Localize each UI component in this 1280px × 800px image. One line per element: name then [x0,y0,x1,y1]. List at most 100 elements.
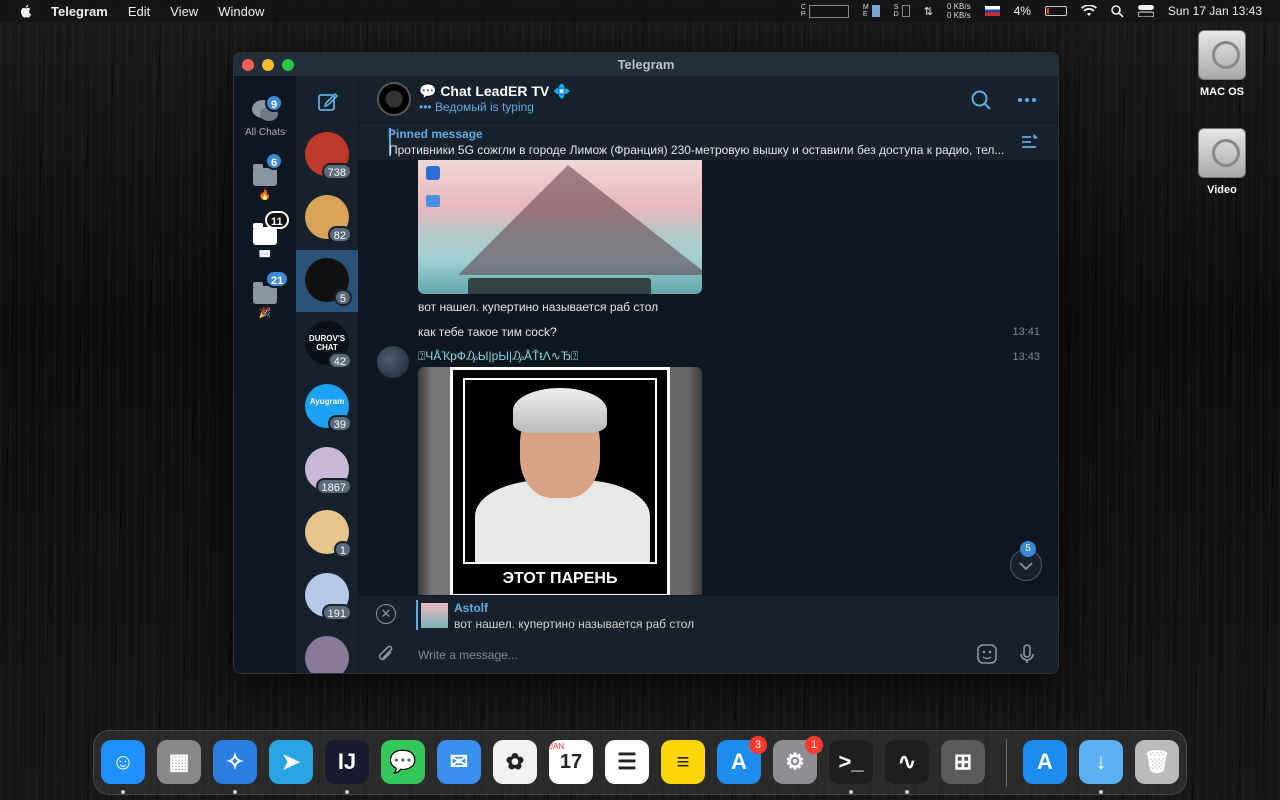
chat-unread-count: 39 [327,415,352,432]
dock-app-telegram[interactable]: ➤ [269,740,313,784]
message-sender[interactable]: ⍰ЧÅҠрФ₯Ы|рЫ|₯ÅŤŧΛ∿Ђ⍰ [418,349,578,364]
chat-list-item[interactable] [296,628,358,673]
dock-app-finder[interactable]: ☺ [101,740,145,784]
reply-preview-bar[interactable]: ✕ Astolf вот нашел. купертино называется… [359,595,1058,635]
dock-app-mail[interactable]: ✉ [437,740,481,784]
desktop-icon-label: Video [1207,184,1237,196]
chat-unread-count: 82 [327,226,352,243]
dock-app-trash[interactable]: 🗑 [1135,740,1179,784]
chat-list-item[interactable]: 191 [296,565,358,627]
chat-list-item[interactable]: 738 [296,124,358,186]
minimize-window-button[interactable] [262,59,274,71]
desktop-icon-label: MAC OS [1200,86,1244,98]
folder-fire[interactable]: 6 🔥 [234,152,296,201]
compose-icon[interactable] [317,90,339,112]
reply-indicator [416,600,418,630]
dock-app-calculator[interactable]: ⊞ [941,740,985,784]
dock-app-messages[interactable]: 💬 [381,740,425,784]
message-photo-desktop-screenshot[interactable] [418,160,702,294]
dock-running-indicator [1099,790,1103,794]
search-icon[interactable] [970,89,992,111]
desktop-drive-video[interactable]: Video [1187,128,1257,196]
message-sticker[interactable]: ЭТОТ ПАРЕНЬ [418,367,702,595]
chat-list-item[interactable]: Ayugram 39 [296,376,358,438]
window-titlebar[interactable]: Telegram [234,53,1058,76]
reply-author: Astolf [454,601,488,615]
avatar-text: DUROV'S CHAT [308,334,346,352]
chat-unread-count: 5 [333,289,352,306]
microphone-icon[interactable] [1016,643,1038,665]
dock-app-terminal[interactable]: >_ [829,740,873,784]
folder-unread-badge: 11 [265,211,289,229]
close-window-button[interactable] [242,59,254,71]
dock-app-reminders[interactable]: ☰ [605,740,649,784]
intellij-idea-icon: IJ [337,749,357,774]
avatar-text: Ayugram [309,397,345,406]
dock-in-screenshot [468,278,651,294]
battery-icon[interactable] [1044,6,1067,16]
spotlight-search-icon[interactable] [1111,4,1124,18]
menu-clock[interactable]: Sun 17 Jan 13:43 [1168,4,1262,18]
message-input[interactable]: Write a message... [418,648,518,662]
dock-app-calendar[interactable]: JAN 17 [549,740,593,784]
chat-header[interactable]: 💬 Chat LeadER TV 💠 ••• Ведомый is typing [359,76,1058,122]
folder-mail[interactable]: 11 ✉️ [234,211,296,260]
more-options-icon[interactable] [1016,89,1038,111]
menu-window[interactable]: Window [218,4,264,19]
dock-running-indicator [345,790,349,794]
message-time: 13:43 [1012,351,1040,363]
user-avatar[interactable] [377,346,409,378]
pinned-list-icon[interactable] [1020,132,1040,152]
message-history[interactable]: вот нашел. купертино называется раб стол… [359,160,1058,595]
memory-monitor[interactable]: ME [863,4,880,18]
terminal-icon: >_ [838,749,864,774]
dock-app-downloads[interactable]: ↓ [1079,740,1123,784]
chat-avatar[interactable] [377,82,411,116]
dock-app-activity-monitor[interactable]: ∿ [885,740,929,784]
dock-app-intellij-idea[interactable]: IJ [325,740,369,784]
sticker-emoji-icon[interactable] [976,643,998,665]
chat-avatar [305,636,349,673]
chat-list-item[interactable]: 82 [296,187,358,249]
dock-running-indicator [233,790,237,794]
hard-drive-icon [1198,30,1246,80]
network-speed[interactable]: 0 KB/s 0 KB/s [947,2,971,20]
chat-list-item[interactable]: DUROV'S CHAT 42 [296,313,358,375]
mail-icon: ✉ [449,749,469,774]
dock-app-applications[interactable]: A [1023,740,1067,784]
disk-monitor[interactable]: SD [894,4,910,18]
mountain-image [458,165,702,275]
folder-party[interactable]: 21 🎉 [234,270,296,319]
dock-app-notes[interactable]: ≡ [661,740,705,784]
zoom-window-button[interactable] [282,59,294,71]
pinned-message-bar[interactable]: Pinned message Противники 5G сожгли в го… [359,122,1058,160]
attach-icon[interactable] [375,643,397,665]
apple-icon[interactable] [18,3,34,19]
chat-unread-count: 42 [327,352,352,369]
chat-status: ••• Ведомый is typing [419,100,534,114]
telegram-icon: ➤ [281,749,301,774]
wifi-icon[interactable] [1080,5,1097,17]
menu-app-name[interactable]: Telegram [51,4,108,19]
input-source-flag-icon[interactable] [984,6,1000,16]
dock-app-launchpad[interactable]: ▦ [157,740,201,784]
control-center-icon[interactable] [1137,5,1154,17]
cancel-reply-button[interactable]: ✕ [376,604,396,624]
chat-list-item[interactable]: 1867 [296,439,358,501]
folders-sidebar: 9 All Chats 6 🔥 11 ✉️ 21 🎉 [234,76,296,673]
desktop-drive-macos[interactable]: MAC OS [1187,30,1257,98]
dock: ☺ ▦ ✧ ➤ IJ 💬 ✉ ✿ JAN 17 ☰ ≡ A 3 ⚙ 1 >_ ∿ ⊞ A ↓ 🗑 [93,730,1187,795]
cpu-monitor[interactable]: CP [801,4,849,18]
dock-app-photos[interactable]: ✿ [493,740,537,784]
dock-app-safari[interactable]: ✧ [213,740,257,784]
menu-edit[interactable]: Edit [128,4,150,19]
chat-list-item[interactable]: 5 [296,250,358,312]
sticker-foil-hat [513,388,607,433]
chat-title[interactable]: 💬 Chat LeadER TV 💠 [419,83,571,100]
message-composer: Write a message... [359,635,1058,673]
folder-all-chats[interactable]: 9 All Chats [234,94,296,138]
menu-view[interactable]: View [170,4,198,19]
window-title: Telegram [617,57,675,72]
dock-running-indicator [849,790,853,794]
chat-list-item[interactable]: 1 [296,502,358,564]
